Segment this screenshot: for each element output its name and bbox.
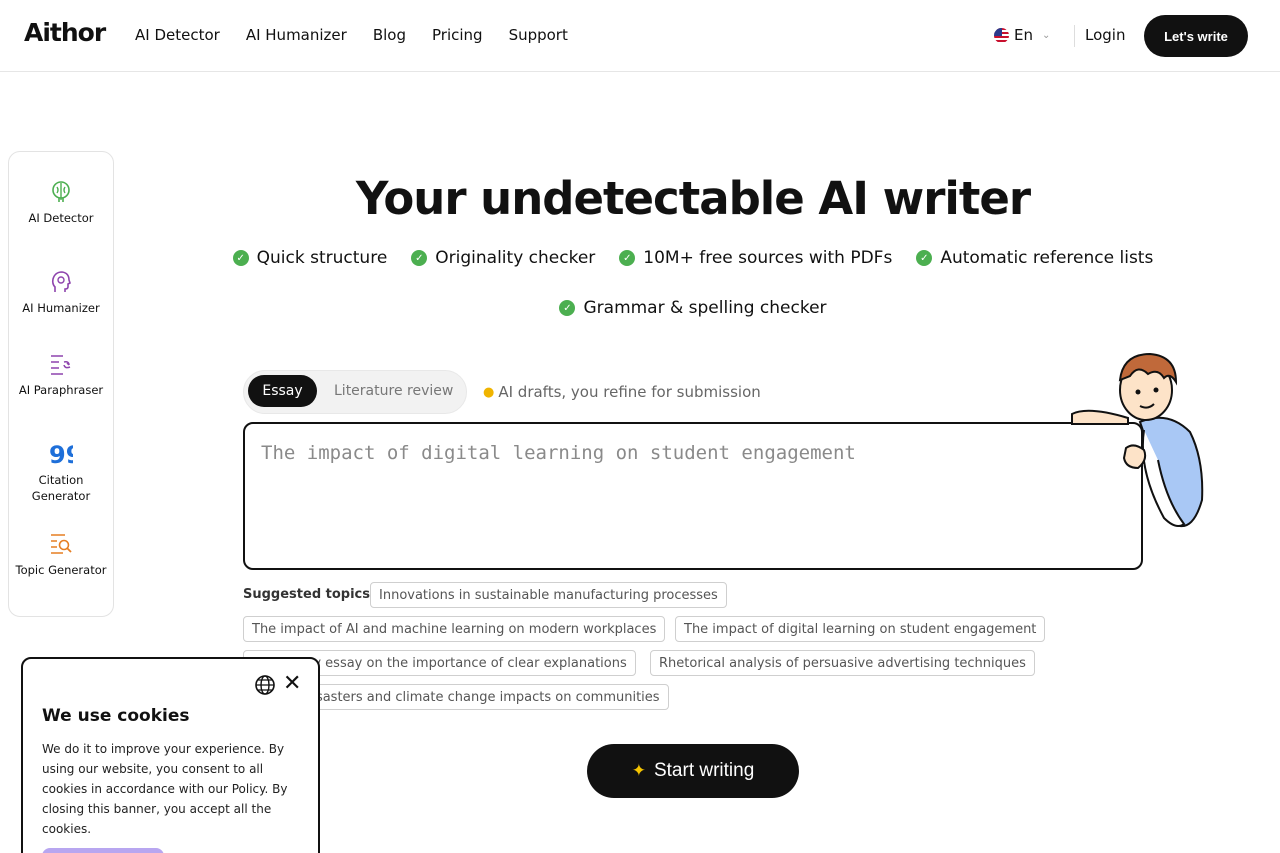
tab-essay[interactable]: Essay bbox=[248, 375, 317, 407]
us-flag-icon bbox=[994, 27, 1009, 43]
brain-icon bbox=[52, 181, 70, 202]
sparkle-icon: ✦ bbox=[631, 761, 646, 780]
feature-label: Originality checker bbox=[435, 248, 596, 268]
tools-sidebar: AI Detector AI Humanizer AI Paraphraser … bbox=[8, 151, 114, 617]
feature-item: ✓ Grammar & spelling checker bbox=[559, 296, 827, 320]
svg-text:99: 99 bbox=[49, 442, 73, 466]
site-header: Aithor AI Detector AI Humanizer Blog Pri… bbox=[0, 0, 1280, 72]
nav-pricing[interactable]: Pricing bbox=[432, 26, 483, 44]
lightbulb-icon: ● bbox=[483, 384, 495, 400]
feature-item: ✓ Quick structure bbox=[232, 246, 388, 270]
cookie-banner: ✕ We use cookies We do it to improve you… bbox=[21, 657, 320, 853]
sidebar-item-citation-generator[interactable]: 99 Citation Generator bbox=[9, 442, 113, 504]
check-icon: ✓ bbox=[232, 250, 249, 266]
check-icon: ✓ bbox=[411, 250, 428, 266]
sidebar-item-ai-paraphraser[interactable]: AI Paraphraser bbox=[9, 352, 113, 398]
feature-label: Automatic reference lists bbox=[940, 248, 1154, 268]
feature-label: Quick structure bbox=[256, 248, 388, 268]
feature-list: ✓ Quick structure ✓ Originality checker … bbox=[230, 246, 1156, 320]
start-writing-label: Start writing bbox=[653, 760, 755, 781]
start-writing-button[interactable]: ✦ Start writing bbox=[587, 744, 799, 798]
hint-label: AI drafts, you refine for submission bbox=[498, 383, 761, 401]
main-nav: AI Detector AI Humanizer Blog Pricing Su… bbox=[135, 26, 568, 44]
search-list-icon bbox=[51, 534, 72, 554]
check-icon: ✓ bbox=[916, 250, 933, 266]
language-selector[interactable]: En ⌄ bbox=[994, 26, 1050, 44]
feature-item: ✓ Automatic reference lists bbox=[916, 246, 1153, 270]
sidebar-item-ai-detector[interactable]: AI Detector bbox=[9, 180, 113, 226]
topic-chip[interactable]: Rhetorical analysis of persuasive advert… bbox=[650, 650, 1035, 676]
topic-chip[interactable]: The impact of digital learning on studen… bbox=[675, 616, 1046, 642]
quote-icon: 99 bbox=[49, 442, 73, 466]
tab-literature-review[interactable]: Literature review bbox=[334, 383, 453, 399]
feature-item: ✓ 10M+ free sources with PDFs bbox=[619, 246, 892, 270]
sidebar-item-ai-humanizer[interactable]: AI Humanizer bbox=[9, 270, 113, 316]
page-title: Your undetectable AI writer bbox=[355, 172, 1031, 225]
check-icon: ✓ bbox=[619, 250, 636, 266]
sidebar-item-topic-generator[interactable]: Topic Generator bbox=[9, 532, 113, 578]
nav-ai-humanizer[interactable]: AI Humanizer bbox=[246, 26, 347, 44]
cookie-title: We use cookies bbox=[42, 706, 190, 726]
sidebar-item-label: Topic Generator bbox=[15, 563, 107, 577]
chevron-down-icon: ⌄ bbox=[1041, 29, 1051, 41]
language-label: En bbox=[1014, 26, 1033, 44]
character-illustration bbox=[1071, 352, 1204, 528]
topic-chip[interactable]: Innovations in sustainable manufacturing… bbox=[370, 582, 727, 608]
header-divider bbox=[1074, 25, 1075, 47]
head-icon bbox=[51, 271, 71, 292]
lets-write-button[interactable]: Let's write bbox=[1144, 15, 1248, 57]
suggested-topics-label: Suggested topics bbox=[243, 587, 370, 602]
globe-icon[interactable] bbox=[254, 674, 276, 696]
cookie-text: We do it to improve your experience. By … bbox=[42, 742, 288, 836]
nav-ai-detector[interactable]: AI Detector bbox=[135, 26, 220, 44]
sidebar-item-label: AI Paraphraser bbox=[18, 383, 104, 397]
feature-label: Grammar & spelling checker bbox=[583, 298, 827, 318]
topic-input[interactable] bbox=[243, 422, 1143, 570]
check-icon: ✓ bbox=[559, 300, 576, 316]
sidebar-item-label: AI Humanizer bbox=[22, 301, 100, 315]
hint-text: ● AI drafts, you refine for submission bbox=[483, 383, 761, 401]
nav-support[interactable]: Support bbox=[509, 26, 568, 44]
login-link[interactable]: Login bbox=[1085, 26, 1125, 44]
sidebar-item-label: AI Detector bbox=[28, 211, 94, 225]
feature-item: ✓ Originality checker bbox=[411, 246, 595, 270]
sidebar-item-label: Citation Generator bbox=[31, 473, 91, 503]
topic-chip[interactable]: The impact of AI and machine learning on… bbox=[243, 616, 666, 642]
accept-cookies-button[interactable] bbox=[42, 848, 164, 853]
paraphrase-icon bbox=[51, 355, 71, 375]
mode-tabs: Essay Literature review bbox=[243, 370, 467, 414]
logo[interactable]: Aithor bbox=[24, 18, 106, 47]
nav-blog[interactable]: Blog bbox=[373, 26, 406, 44]
close-icon[interactable]: ✕ bbox=[283, 669, 301, 697]
feature-label: 10M+ free sources with PDFs bbox=[643, 248, 893, 268]
